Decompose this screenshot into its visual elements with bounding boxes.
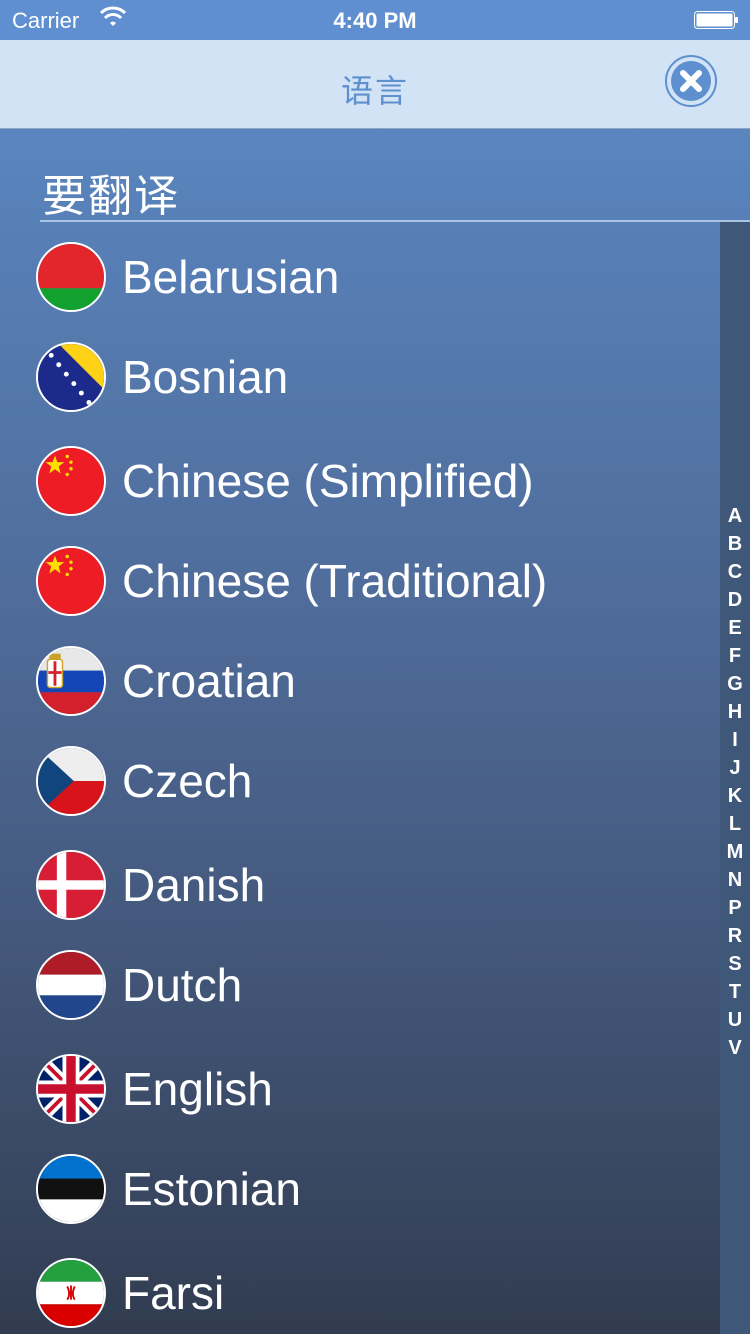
index-letter[interactable]: U (720, 1006, 750, 1034)
language-name: Estonian (122, 1163, 302, 1215)
language-name: Dutch (122, 959, 243, 1011)
language-name: Czech (122, 755, 253, 807)
index-letter[interactable]: L (720, 810, 750, 838)
index-letter[interactable]: J (720, 754, 750, 782)
index-letter[interactable]: H (720, 698, 750, 726)
battery-icon (694, 11, 738, 29)
estonia-flag-icon (36, 1154, 106, 1224)
language-item-czech[interactable]: Czech (0, 726, 720, 826)
language-item-estonian[interactable]: Estonian (0, 1134, 720, 1234)
language-item-danish[interactable]: Danish (0, 830, 720, 930)
uk-flag-icon (36, 1054, 106, 1124)
index-letters: A B C D E F G H I J K L M N P R S T U V (720, 502, 750, 1062)
language-name: Farsi (122, 1267, 225, 1319)
index-letter[interactable]: B (720, 530, 750, 558)
language-item-farsi[interactable]: Farsi (0, 1238, 720, 1334)
language-item-chinese-traditional[interactable]: Chinese (Traditional) (0, 526, 720, 626)
bosnia-flag-icon (36, 342, 106, 412)
language-list[interactable]: Belarusian Bosnian Chinese (Simplified) … (0, 222, 720, 1334)
iran-flag-icon (36, 1258, 106, 1328)
language-item-english[interactable]: English (0, 1034, 720, 1134)
index-letter[interactable]: P (720, 894, 750, 922)
language-name: Chinese (Simplified) (122, 455, 534, 507)
index-letter[interactable]: C (720, 558, 750, 586)
status-time: 4:40 PM (333, 8, 417, 33)
section-header: 要翻译 (40, 160, 750, 222)
index-letter[interactable]: R (720, 922, 750, 950)
index-letter[interactable]: A (720, 502, 750, 530)
index-letter[interactable]: F (720, 642, 750, 670)
index-letter[interactable]: I (720, 726, 750, 754)
section-header-label: 要翻译 (42, 172, 180, 221)
language-name: Chinese (Traditional) (122, 555, 548, 607)
navigation-bar: 语言 (0, 40, 750, 129)
language-name: Danish (122, 859, 266, 911)
language-name: Bosnian (122, 351, 289, 403)
close-circle-icon (665, 55, 717, 107)
index-letter[interactable]: V (720, 1034, 750, 1062)
language-item-croatian[interactable]: Croatian (0, 626, 720, 726)
serbia-flag-icon (36, 646, 106, 716)
language-name: English (122, 1063, 273, 1115)
language-item-chinese-simplified[interactable]: Chinese (Simplified) (0, 426, 720, 526)
index-letter[interactable]: E (720, 614, 750, 642)
index-letter[interactable]: K (720, 782, 750, 810)
alphabet-index-bar[interactable]: A B C D E F G H I J K L M N P R S T U V (720, 222, 750, 1334)
language-item-bosnian[interactable]: Bosnian (0, 322, 720, 422)
index-letter[interactable]: D (720, 586, 750, 614)
belarus-flag-icon (36, 242, 106, 312)
language-item-dutch[interactable]: Dutch (0, 930, 720, 1030)
index-letter[interactable]: S (720, 950, 750, 978)
denmark-flag-icon (36, 850, 106, 920)
language-name: Croatian (122, 655, 296, 707)
netherlands-flag-icon (36, 950, 106, 1020)
language-name: Belarusian (122, 251, 340, 303)
status-bar: Carrier 4:40 PM (0, 0, 750, 40)
index-letter[interactable]: T (720, 978, 750, 1006)
index-letter[interactable]: N (720, 866, 750, 894)
language-item-belarusian[interactable]: Belarusian (0, 222, 720, 322)
czech-flag-icon (36, 746, 106, 816)
index-letter[interactable]: G (720, 670, 750, 698)
page-title: 语言 (340, 73, 409, 109)
china-flag-icon (36, 446, 106, 516)
china-flag-icon (36, 546, 106, 616)
index-letter[interactable]: M (720, 838, 750, 866)
close-button[interactable] (664, 54, 718, 108)
